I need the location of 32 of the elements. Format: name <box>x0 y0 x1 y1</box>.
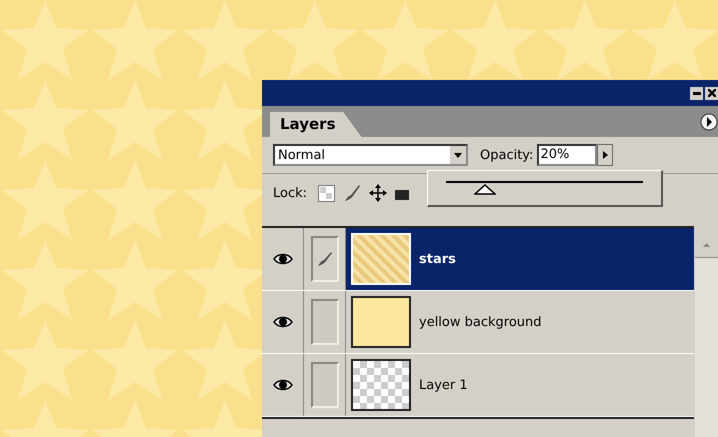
close-button[interactable] <box>705 86 718 100</box>
caret-icon <box>703 243 710 247</box>
eye-icon <box>272 315 292 329</box>
brush-icon[interactable] <box>343 184 362 202</box>
opacity-label: Opacity: <box>480 148 534 162</box>
opacity-slider-button[interactable] <box>597 144 614 166</box>
slider-thumb[interactable] <box>474 184 496 195</box>
caret-icon <box>602 151 608 159</box>
eye-icon <box>272 252 292 266</box>
minimize-button[interactable] <box>690 86 703 100</box>
move-icon[interactable] <box>369 184 388 202</box>
eye-icon <box>272 378 292 392</box>
panel-menu-button[interactable] <box>700 112 718 130</box>
brush-icon <box>316 251 332 267</box>
lock-transparency-icon[interactable] <box>318 184 336 202</box>
layer-name: yellow background <box>419 314 542 330</box>
layer-name: stars <box>419 252 456 266</box>
layer-row[interactable]: stars <box>262 228 694 291</box>
opacity-field[interactable]: 20% <box>537 144 598 166</box>
blend-mode-dropdown[interactable]: Normal <box>273 144 468 166</box>
layer-row[interactable]: Layer 1 <box>262 354 694 417</box>
layer-name: Layer 1 <box>419 378 468 392</box>
scrollbar[interactable] <box>695 233 718 437</box>
minimize-icon <box>692 89 700 97</box>
layers-tab[interactable]: Layers <box>270 112 362 137</box>
lock-label: Lock: <box>273 186 308 200</box>
caret-icon <box>454 152 462 158</box>
layer-link-toggle[interactable] <box>310 299 338 345</box>
layer-link-toggle[interactable] <box>310 236 338 282</box>
layer-link-toggle[interactable] <box>310 362 338 408</box>
visibility-toggle[interactable] <box>262 228 304 290</box>
layer-row[interactable]: yellow background <box>262 291 694 354</box>
